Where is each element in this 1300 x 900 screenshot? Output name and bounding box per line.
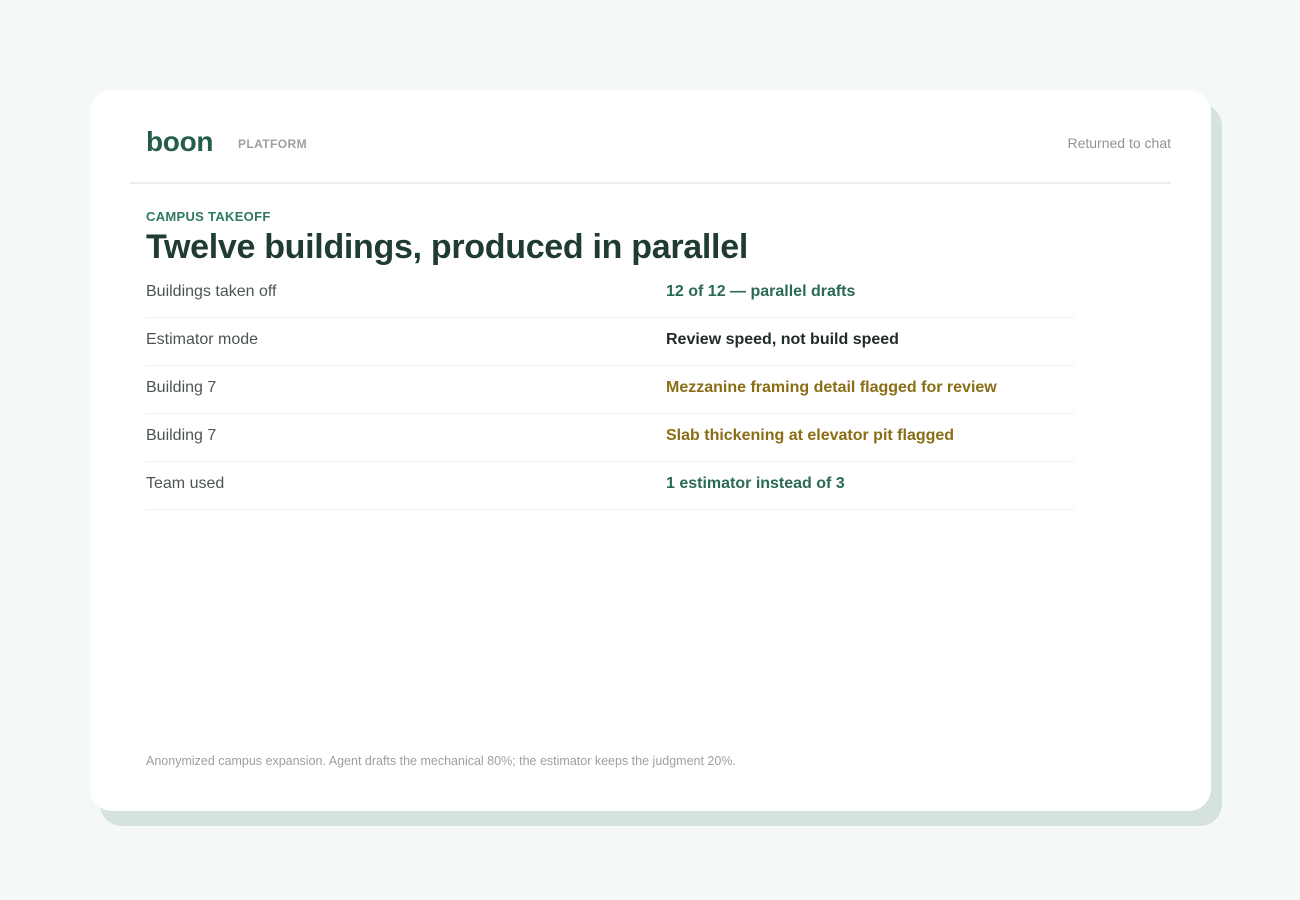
- footnote: Anonymized campus expansion. Agent draft…: [146, 754, 736, 768]
- takeoff-card: boon PLATFORM Returned to chat CAMPUS TA…: [90, 90, 1211, 811]
- table-row: Team used 1 estimator instead of 3: [146, 462, 1075, 510]
- brand-logo[interactable]: boon: [146, 126, 214, 158]
- eyebrow-label: CAMPUS TAKEOFF: [146, 209, 271, 224]
- row-value: Review speed, not build speed: [666, 331, 899, 348]
- row-label: Buildings taken off: [146, 283, 277, 300]
- header: boon PLATFORM Returned to chat: [130, 90, 1171, 184]
- section-label: PLATFORM: [238, 137, 307, 151]
- row-value: Slab thickening at elevator pit flagged: [666, 427, 955, 444]
- table-row: Buildings taken off 12 of 12 — parallel …: [146, 270, 1075, 318]
- status-text: Returned to chat: [1067, 135, 1171, 151]
- row-value: 1 estimator instead of 3: [666, 475, 845, 492]
- row-label: Building 7: [146, 427, 217, 444]
- row-value: Mezzanine framing detail flagged for rev…: [666, 379, 997, 396]
- row-label: Team used: [146, 475, 225, 492]
- row-label: Building 7: [146, 379, 217, 396]
- row-label: Estimator mode: [146, 331, 259, 348]
- row-value: 12 of 12 — parallel drafts: [666, 283, 856, 300]
- table-row: Building 7 Mezzanine framing detail flag…: [146, 366, 1075, 414]
- summary-table: Buildings taken off 12 of 12 — parallel …: [146, 270, 1075, 510]
- table-row: Estimator mode Review speed, not build s…: [146, 318, 1075, 366]
- page-title: Twelve buildings, produced in parallel: [146, 228, 748, 266]
- table-row: Building 7 Slab thickening at elevator p…: [146, 414, 1075, 462]
